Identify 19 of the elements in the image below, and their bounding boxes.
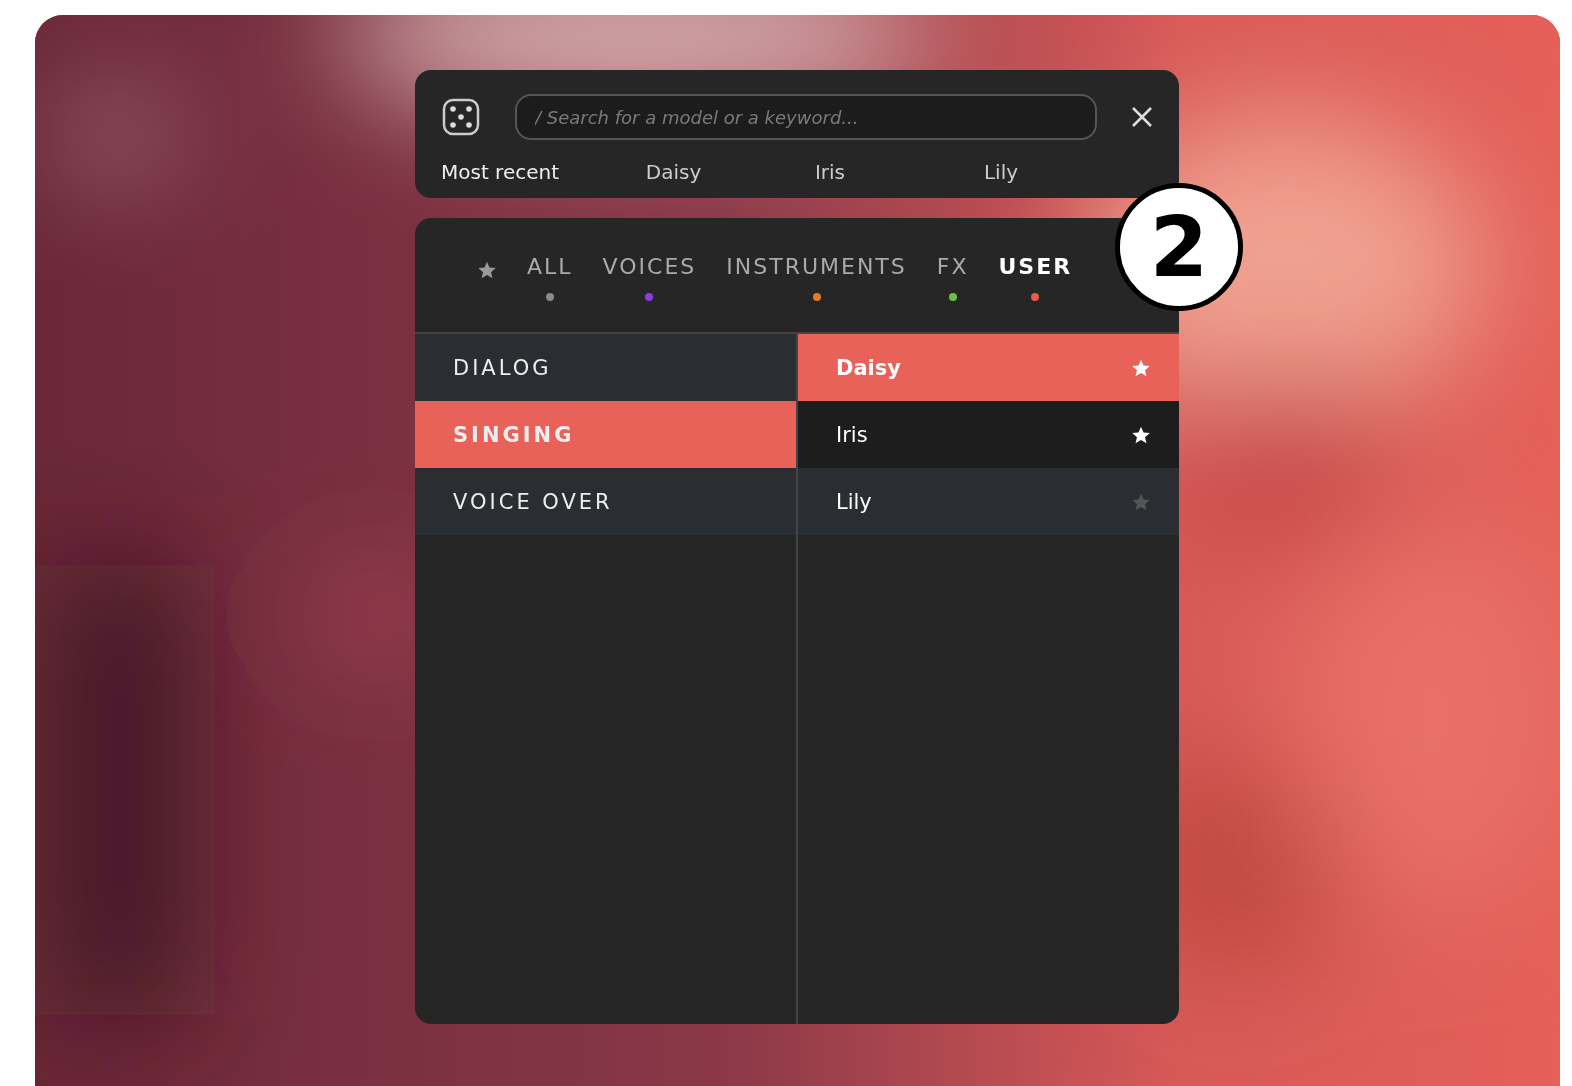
category-tab[interactable]: FX — [936, 254, 969, 301]
recent-item[interactable]: Iris — [814, 160, 984, 184]
model-row[interactable]: Lily — [798, 468, 1179, 535]
model-name: Lily — [836, 489, 872, 514]
model-name: Daisy — [836, 355, 901, 380]
recent-item[interactable]: Lily — [983, 160, 1153, 184]
dice-icon[interactable] — [441, 97, 481, 137]
star-icon[interactable] — [477, 260, 497, 280]
category-tab[interactable]: INSTRUMENTS — [726, 254, 907, 301]
close-icon[interactable] — [1131, 106, 1153, 128]
recent-label: Most recent — [441, 160, 561, 184]
model-row[interactable]: Iris — [798, 401, 1179, 468]
category-item[interactable]: VOICE OVER — [415, 468, 796, 535]
model-name: Iris — [836, 422, 868, 447]
category-tab[interactable]: ALL — [527, 254, 573, 301]
category-tab[interactable]: USER — [998, 254, 1073, 301]
recent-item[interactable]: Daisy — [645, 160, 815, 184]
category-item[interactable]: DIALOG — [415, 334, 796, 401]
category-tab[interactable]: VOICES — [602, 254, 697, 301]
